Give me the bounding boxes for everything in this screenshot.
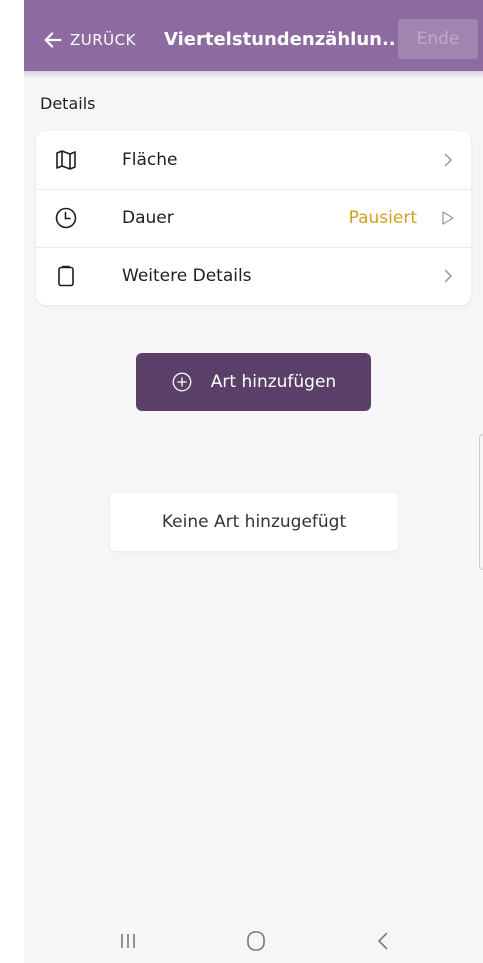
screen-edge (0, 0, 24, 963)
back-label: ZURÜCK (70, 31, 136, 49)
row-label: Dauer (122, 208, 174, 228)
empty-state: Keine Art hinzugefügt (110, 493, 398, 551)
app-bar: ZURÜCK Viertelstundenzählun... Ende (24, 0, 483, 71)
system-nav-bar (24, 918, 483, 963)
detail-row-more[interactable]: Weitere Details (36, 247, 471, 305)
details-card: Fläche Dauer Pausiert Weitere Details (36, 131, 471, 305)
chevron-right-icon (444, 153, 453, 167)
back-icon[interactable] (370, 928, 398, 954)
status-badge: Pausiert (348, 208, 417, 228)
app-bar-shadow (24, 71, 483, 79)
home-icon[interactable] (242, 928, 270, 954)
add-species-label: Art hinzufügen (210, 372, 337, 392)
detail-row-duration[interactable]: Dauer Pausiert (36, 189, 471, 247)
arrow-left-icon (44, 32, 62, 48)
map-icon (56, 150, 76, 170)
play-icon[interactable] (441, 211, 455, 225)
chevron-right-icon (444, 269, 453, 283)
clipboard-icon (58, 265, 74, 287)
plus-circle-icon (172, 372, 192, 392)
add-species-button[interactable]: Art hinzufügen (136, 353, 371, 411)
row-label: Weitere Details (122, 266, 252, 286)
app-screen: ZURÜCK Viertelstundenzählun... Ende Deta… (24, 0, 483, 963)
section-title: Details (40, 94, 96, 113)
edge-panel-handle[interactable] (479, 434, 483, 570)
clock-icon (55, 207, 77, 229)
recents-icon[interactable] (114, 928, 142, 954)
detail-row-area[interactable]: Fläche (36, 131, 471, 189)
row-label: Fläche (122, 150, 178, 170)
back-button[interactable]: ZURÜCK (42, 24, 136, 56)
end-button[interactable]: Ende (398, 19, 478, 59)
page-title: Viertelstundenzählun... (164, 29, 394, 50)
